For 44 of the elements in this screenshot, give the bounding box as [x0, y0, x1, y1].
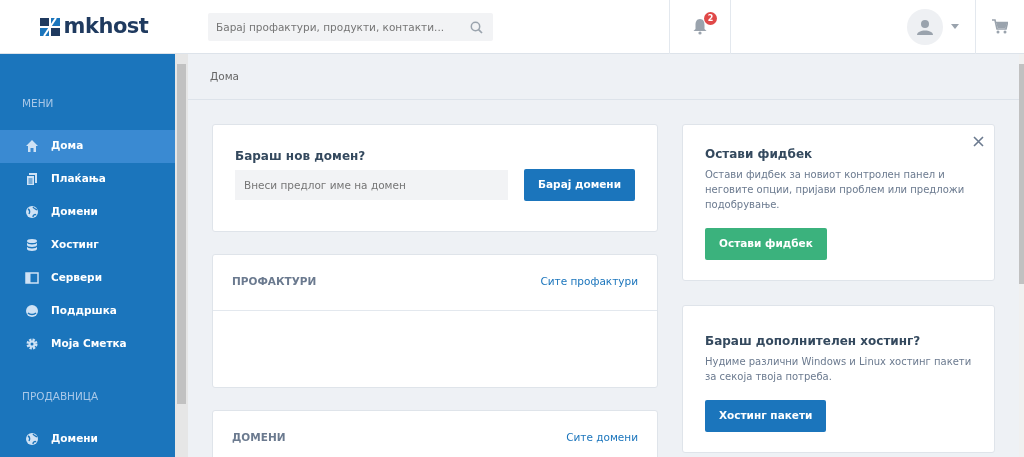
- gear-icon: [25, 337, 39, 352]
- notification-count: 2: [704, 12, 717, 25]
- search-icon[interactable]: [470, 20, 483, 34]
- sidebar-item[interactable]: Плаќања: [0, 162, 175, 196]
- sidebar-item[interactable]: Дома: [0, 129, 175, 163]
- database-icon: [25, 238, 39, 253]
- notification-icon[interactable]: [692, 18, 708, 35]
- panel-title: ДОМЕНИ: [232, 430, 286, 446]
- globe-icon: [25, 205, 39, 220]
- sidebar-item[interactable]: Хостинг: [0, 228, 175, 262]
- documents-icon: [25, 172, 39, 187]
- sidebar-item[interactable]: Домени: [0, 422, 175, 456]
- view-all-link[interactable]: Сите домени: [566, 430, 638, 447]
- section-heading: ПРОДАВНИЦА: [21, 388, 100, 404]
- scrollbar[interactable]: [1019, 54, 1024, 457]
- sidebar-item[interactable]: Сервери: [0, 261, 175, 295]
- feedback-button[interactable]: Остави фидбек: [705, 228, 827, 260]
- sidebar-item[interactable]: Домени: [0, 195, 175, 229]
- caret-icon[interactable]: [951, 24, 959, 29]
- search-domains-button[interactable]: Барај домени: [524, 169, 635, 201]
- support-icon: [25, 304, 39, 319]
- promo-title: Бараш дополнителен хостинг?: [705, 332, 922, 350]
- search-field[interactable]: Барај профактури, продукти, контакти...: [208, 12, 493, 41]
- panel-title: ПРОФАКТУРИ: [232, 274, 317, 290]
- home-icon: [25, 139, 39, 154]
- avatar-icon[interactable]: [907, 8, 943, 45]
- domain-input-field[interactable]: Внеси предлог име на домен: [235, 169, 509, 200]
- globe-icon: [25, 432, 39, 446]
- promo-title: Остави фидбек: [705, 146, 814, 163]
- logo-icon: [39, 17, 60, 36]
- server-panel-icon: [25, 271, 39, 286]
- sidebar-item[interactable]: Моја Сметка: [0, 327, 175, 361]
- cart-icon[interactable]: [992, 19, 1008, 35]
- breadcrumb[interactable]: Дома: [210, 68, 239, 85]
- logo[interactable]: mkhost: [63, 10, 149, 43]
- scrollbar[interactable]: [175, 54, 188, 457]
- sidebar-item[interactable]: Поддршка: [0, 294, 175, 328]
- close-icon[interactable]: [973, 133, 984, 149]
- promo-text: Остави фидбек за новиот контролен панел и неговите опции, пријави проблем или предложи подобрување.: [705, 168, 966, 212]
- promo-text: Нудиме различни Windows и Linux хостинг пакети за секоја твоја потреба.: [705, 354, 972, 384]
- view-all-link[interactable]: Сите профактури: [540, 274, 638, 291]
- section-heading: МЕНИ: [21, 96, 55, 111]
- hosting-packages-button[interactable]: Хостинг пакети: [705, 399, 827, 432]
- card-title: Бараш нов домен?: [235, 148, 367, 165]
